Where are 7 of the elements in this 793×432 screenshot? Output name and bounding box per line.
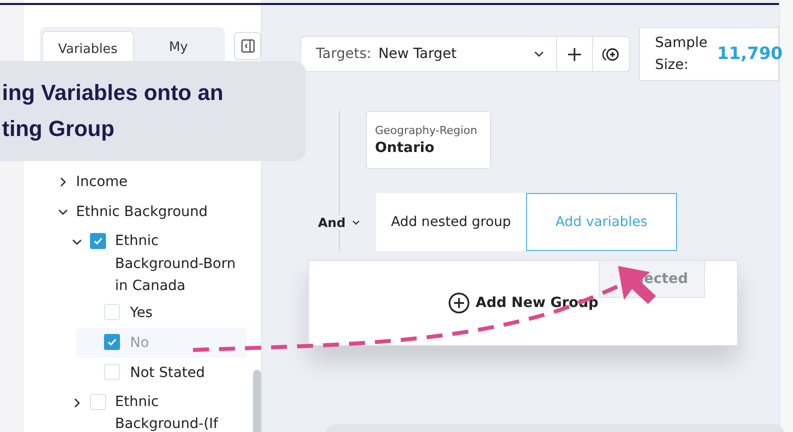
- sample-size-value: 11,790: [717, 44, 783, 64]
- targets-label: Targets:: [316, 46, 372, 62]
- condition-value: Ontario: [375, 140, 436, 156]
- callout-text: ing Variables onto an ting Group: [2, 79, 224, 143]
- target-name: New Target: [378, 46, 457, 62]
- sample-size-label: Sample Size:: [655, 34, 705, 75]
- condition-variable: Geography-Region: [375, 124, 478, 137]
